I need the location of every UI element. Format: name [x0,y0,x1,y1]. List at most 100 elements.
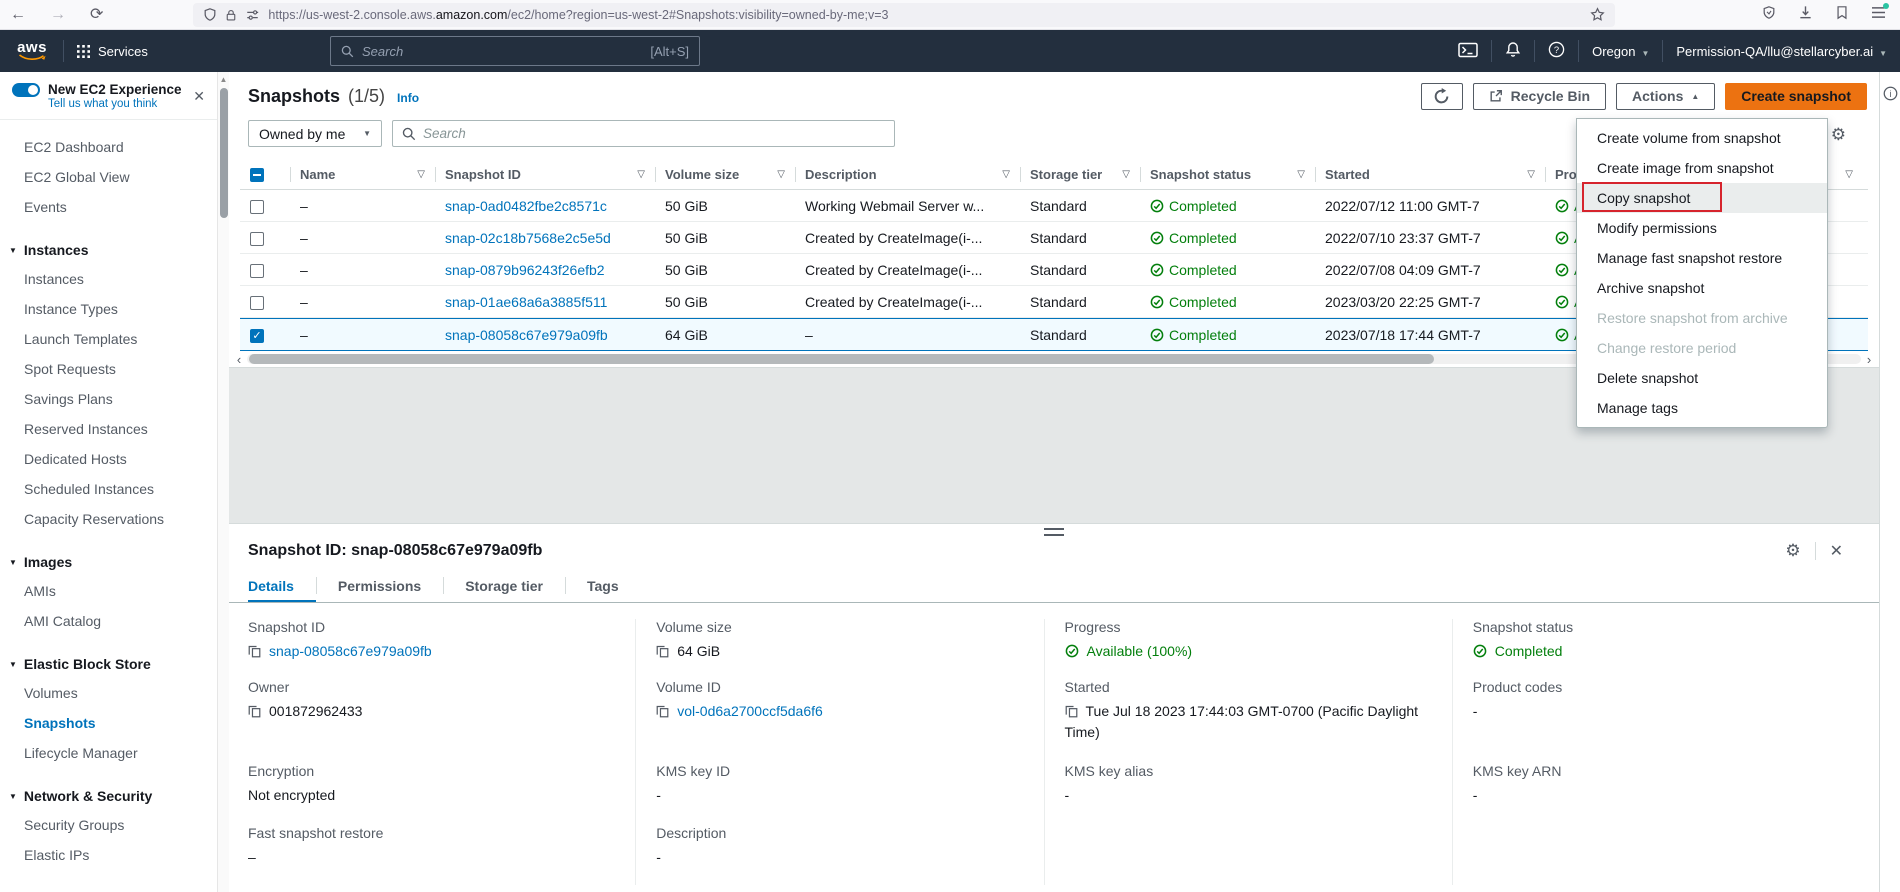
sidebar-item-amis[interactable]: AMIs [0,576,217,606]
copy-icon[interactable] [656,645,669,658]
address-bar[interactable]: https://us-west-2.console.aws.amazon.com… [193,3,1615,27]
account-menu[interactable]: Permission-QA/llu@stellarcyber.ai▼ [1676,44,1887,59]
banner-close-icon[interactable]: ✕ [193,88,205,105]
browser-forward-icon[interactable]: → [50,7,66,23]
info-link[interactable]: Info [397,91,419,105]
row-checkbox[interactable] [250,296,264,310]
sidebar-section-images[interactable]: ▼Images [0,546,217,576]
aws-logo[interactable]: aws [14,41,50,61]
info-icon[interactable]: i [1883,86,1898,892]
snapshot-id-link[interactable]: snap-08058c67e979a09fb [445,327,608,343]
region-selector[interactable]: Oregon▼ [1592,44,1649,59]
panel-resize-handle[interactable] [1044,528,1064,536]
lock-icon[interactable] [225,8,237,22]
menu-item-create-image-from-snapshot[interactable]: Create image from snapshot [1577,153,1827,183]
sort-icon[interactable]: ▽ [411,169,425,180]
column-header-name[interactable]: Name▽ [290,160,435,189]
ownership-filter-dropdown[interactable]: Owned by me▼ [248,120,382,147]
sidebar-item-dedicated-hosts[interactable]: Dedicated Hosts [0,444,217,474]
select-all-checkbox[interactable] [250,168,264,182]
copy-icon[interactable] [248,705,261,718]
sort-icon[interactable]: ▽ [1521,169,1535,180]
menu-item-manage-fast-snapshot-restore[interactable]: Manage fast snapshot restore [1577,243,1827,273]
sidebar-item-events[interactable]: Events [0,192,217,222]
scrollbar-thumb[interactable] [249,354,1434,364]
actions-button[interactable]: Actions▲ [1616,83,1715,110]
menu-item-modify-permissions[interactable]: Modify permissions [1577,213,1827,243]
sort-icon[interactable]: ▽ [996,169,1010,180]
sidebar-item-ec2-dashboard[interactable]: EC2 Dashboard [0,132,217,162]
snapshot-id-link[interactable]: snap-0879b96243f26efb2 [445,262,605,278]
tracking-shield-icon[interactable] [203,7,217,22]
menu-item-manage-tags[interactable]: Manage tags [1577,393,1827,423]
sidebar-item-scheduled-instances[interactable]: Scheduled Instances [0,474,217,504]
menu-item-delete-snapshot[interactable]: Delete snapshot [1577,363,1827,393]
help-icon[interactable]: ? [1548,41,1565,61]
sidebar-item-elastic-ips[interactable]: Elastic IPs [0,840,217,870]
sidebar-item-security-groups[interactable]: Security Groups [0,810,217,840]
menu-item-archive-snapshot[interactable]: Archive snapshot [1577,273,1827,303]
table-settings-gear-icon[interactable]: ⚙ [1831,126,1846,143]
banner-feedback-link[interactable]: Tell us what you think [48,98,207,110]
sort-icon[interactable]: ▽ [1291,169,1305,180]
permissions-icon[interactable] [245,8,260,22]
sidebar-item-spot-requests[interactable]: Spot Requests [0,354,217,384]
browser-back-icon[interactable]: ← [10,7,26,23]
scroll-up-icon[interactable]: ▲ [218,72,229,84]
sidebar-item-snapshots[interactable]: Snapshots [0,708,217,738]
global-search-input[interactable]: Search [Alt+S] [330,36,700,66]
sidebar-item-instance-types[interactable]: Instance Types [0,294,217,324]
row-checkbox[interactable] [250,264,264,278]
row-checkbox[interactable] [250,329,264,343]
column-header-volume-size[interactable]: Volume size▽ [655,160,795,189]
bookmark-star-icon[interactable] [1590,7,1605,22]
library-icon[interactable] [1835,5,1849,25]
sidebar-item-capacity-reservations[interactable]: Capacity Reservations [0,504,217,534]
tab-permissions[interactable]: Permissions [316,569,443,602]
sort-icon[interactable]: ▽ [1116,169,1130,180]
tab-details[interactable]: Details [248,569,316,602]
notifications-bell-icon[interactable] [1505,41,1521,61]
snapshot-id-link[interactable]: snap-02c18b7568e2c5e5d [445,230,611,246]
sort-icon[interactable]: ▽ [1839,169,1853,180]
cloudshell-icon[interactable] [1458,42,1478,61]
menu-item-create-volume-from-snapshot[interactable]: Create volume from snapshot [1577,123,1827,153]
sidebar-scrollbar[interactable]: ▲ [217,72,229,892]
sort-icon[interactable]: ▽ [771,169,785,180]
browser-menu-icon[interactable] [1871,6,1886,24]
sidebar-item-volumes[interactable]: Volumes [0,678,217,708]
column-header-snapshot-id[interactable]: Snapshot ID▽ [435,160,655,189]
sidebar-item-savings-plans[interactable]: Savings Plans [0,384,217,414]
panel-settings-gear-icon[interactable]: ⚙ [1785,541,1800,561]
sidebar-section-elastic-block-store[interactable]: ▼Elastic Block Store [0,648,217,678]
column-header-description[interactable]: Description▽ [795,160,1020,189]
snapshot-id-link[interactable]: snap-0ad0482fbe2c8571c [445,198,607,214]
menu-item-copy-snapshot[interactable]: Copy snapshot [1577,183,1827,213]
scroll-left-icon[interactable]: ‹ [233,353,245,366]
sidebar-item-launch-templates[interactable]: Launch Templates [0,324,217,354]
row-checkbox[interactable] [250,200,264,214]
column-header-started[interactable]: Started▽ [1315,160,1545,189]
new-experience-toggle[interactable] [12,83,40,97]
downloads-icon[interactable] [1798,5,1813,25]
browser-reload-icon[interactable]: ⟳ [90,7,103,23]
row-checkbox[interactable] [250,232,264,246]
scroll-right-icon[interactable]: › [1863,353,1875,366]
column-header-storage-tier[interactable]: Storage tier▽ [1020,160,1140,189]
snapshot-id-link[interactable]: snap-01ae68a6a3885f511 [445,294,607,310]
sidebar-item-instances[interactable]: Instances [0,264,217,294]
copy-icon[interactable] [248,645,261,658]
sidebar-item-lifecycle-manager[interactable]: Lifecycle Manager [0,738,217,768]
recycle-bin-button[interactable]: Recycle Bin [1473,83,1606,110]
sidebar-section-instances[interactable]: ▼Instances [0,234,217,264]
refresh-button[interactable] [1421,83,1463,110]
services-menu[interactable]: Services [77,44,148,59]
protections-shield-icon[interactable] [1762,5,1776,25]
column-header-snapshot-status[interactable]: Snapshot status▽ [1140,160,1315,189]
copy-icon[interactable] [1065,705,1078,718]
panel-close-icon[interactable]: ✕ [1830,541,1843,561]
sidebar-item-reserved-instances[interactable]: Reserved Instances [0,414,217,444]
sort-icon[interactable]: ▽ [631,169,645,180]
table-search-input[interactable]: Search [392,120,895,147]
tab-storage-tier[interactable]: Storage tier [443,569,565,602]
